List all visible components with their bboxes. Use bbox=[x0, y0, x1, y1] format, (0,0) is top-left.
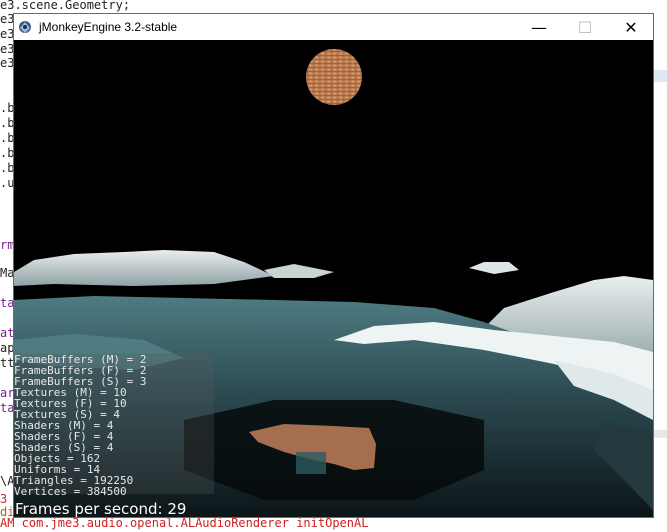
code-line: 3 bbox=[0, 492, 8, 506]
editor-line-highlight bbox=[653, 70, 667, 82]
minimize-icon: — bbox=[531, 17, 547, 37]
editor-scrollbar-marker bbox=[653, 430, 667, 438]
render-stats-list: FrameBuffers (M) = 2 FrameBuffers (F) = … bbox=[14, 354, 146, 497]
fps-counter: Frames per second: 29 bbox=[15, 500, 187, 517]
render-viewport[interactable]: FrameBuffers (M) = 2 FrameBuffers (F) = … bbox=[14, 40, 653, 517]
moon bbox=[306, 49, 362, 105]
title-bar[interactable]: jMonkeyEngine 3.2-stable — ☐ ✕ bbox=[14, 14, 653, 40]
code-line: e3.scene.Geometry; bbox=[0, 0, 131, 12]
console-output-line: AM com.jme3.audio.openal.ALAudioRenderer… bbox=[0, 516, 369, 530]
stat-line: Vertices = 384500 bbox=[14, 485, 127, 498]
minimize-button[interactable]: — bbox=[516, 14, 562, 40]
maximize-button[interactable]: ☐ bbox=[562, 14, 608, 40]
jme-app-window[interactable]: jMonkeyEngine 3.2-stable — ☐ ✕ FrameBuff… bbox=[13, 13, 654, 518]
close-icon: ✕ bbox=[624, 17, 638, 37]
window-title: jMonkeyEngine 3.2-stable bbox=[39, 20, 178, 34]
maximize-icon: ☐ bbox=[577, 17, 593, 37]
jmonkeyengine-logo-icon bbox=[17, 19, 33, 35]
close-button[interactable]: ✕ bbox=[608, 14, 654, 40]
